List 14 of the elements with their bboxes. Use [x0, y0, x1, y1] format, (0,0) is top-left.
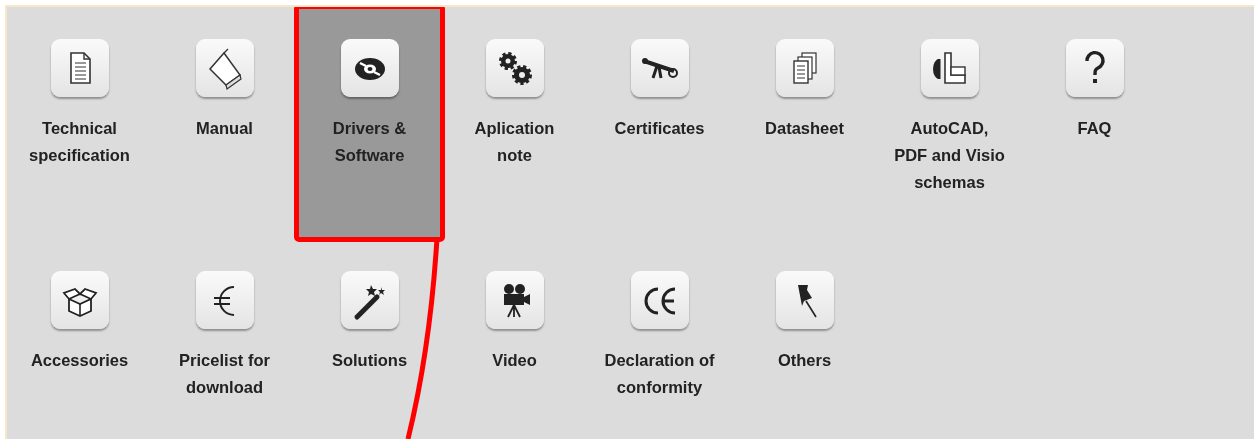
- category-link[interactable]: Certificates: [587, 7, 732, 239]
- category-link[interactable]: Aplication note: [442, 7, 587, 239]
- category-link[interactable]: Datasheet: [732, 7, 877, 239]
- category-link[interactable]: FAQ: [1022, 7, 1167, 239]
- category-link[interactable]: Pricelist for download: [152, 239, 297, 437]
- category-link[interactable]: Others: [732, 239, 877, 437]
- category-link[interactable]: Declaration of conformity: [587, 239, 732, 437]
- category-link[interactable]: Manual: [152, 7, 297, 239]
- category-link[interactable]: Drivers & Software: [297, 7, 442, 239]
- category-link[interactable]: AutoCAD, PDF and Visio schemas: [877, 7, 1022, 239]
- category-link[interactable]: Accessories: [7, 239, 152, 437]
- category-link[interactable]: Video: [442, 239, 587, 437]
- category-link[interactable]: Technical specification: [7, 7, 152, 239]
- category-link[interactable]: Solutions: [297, 239, 442, 437]
